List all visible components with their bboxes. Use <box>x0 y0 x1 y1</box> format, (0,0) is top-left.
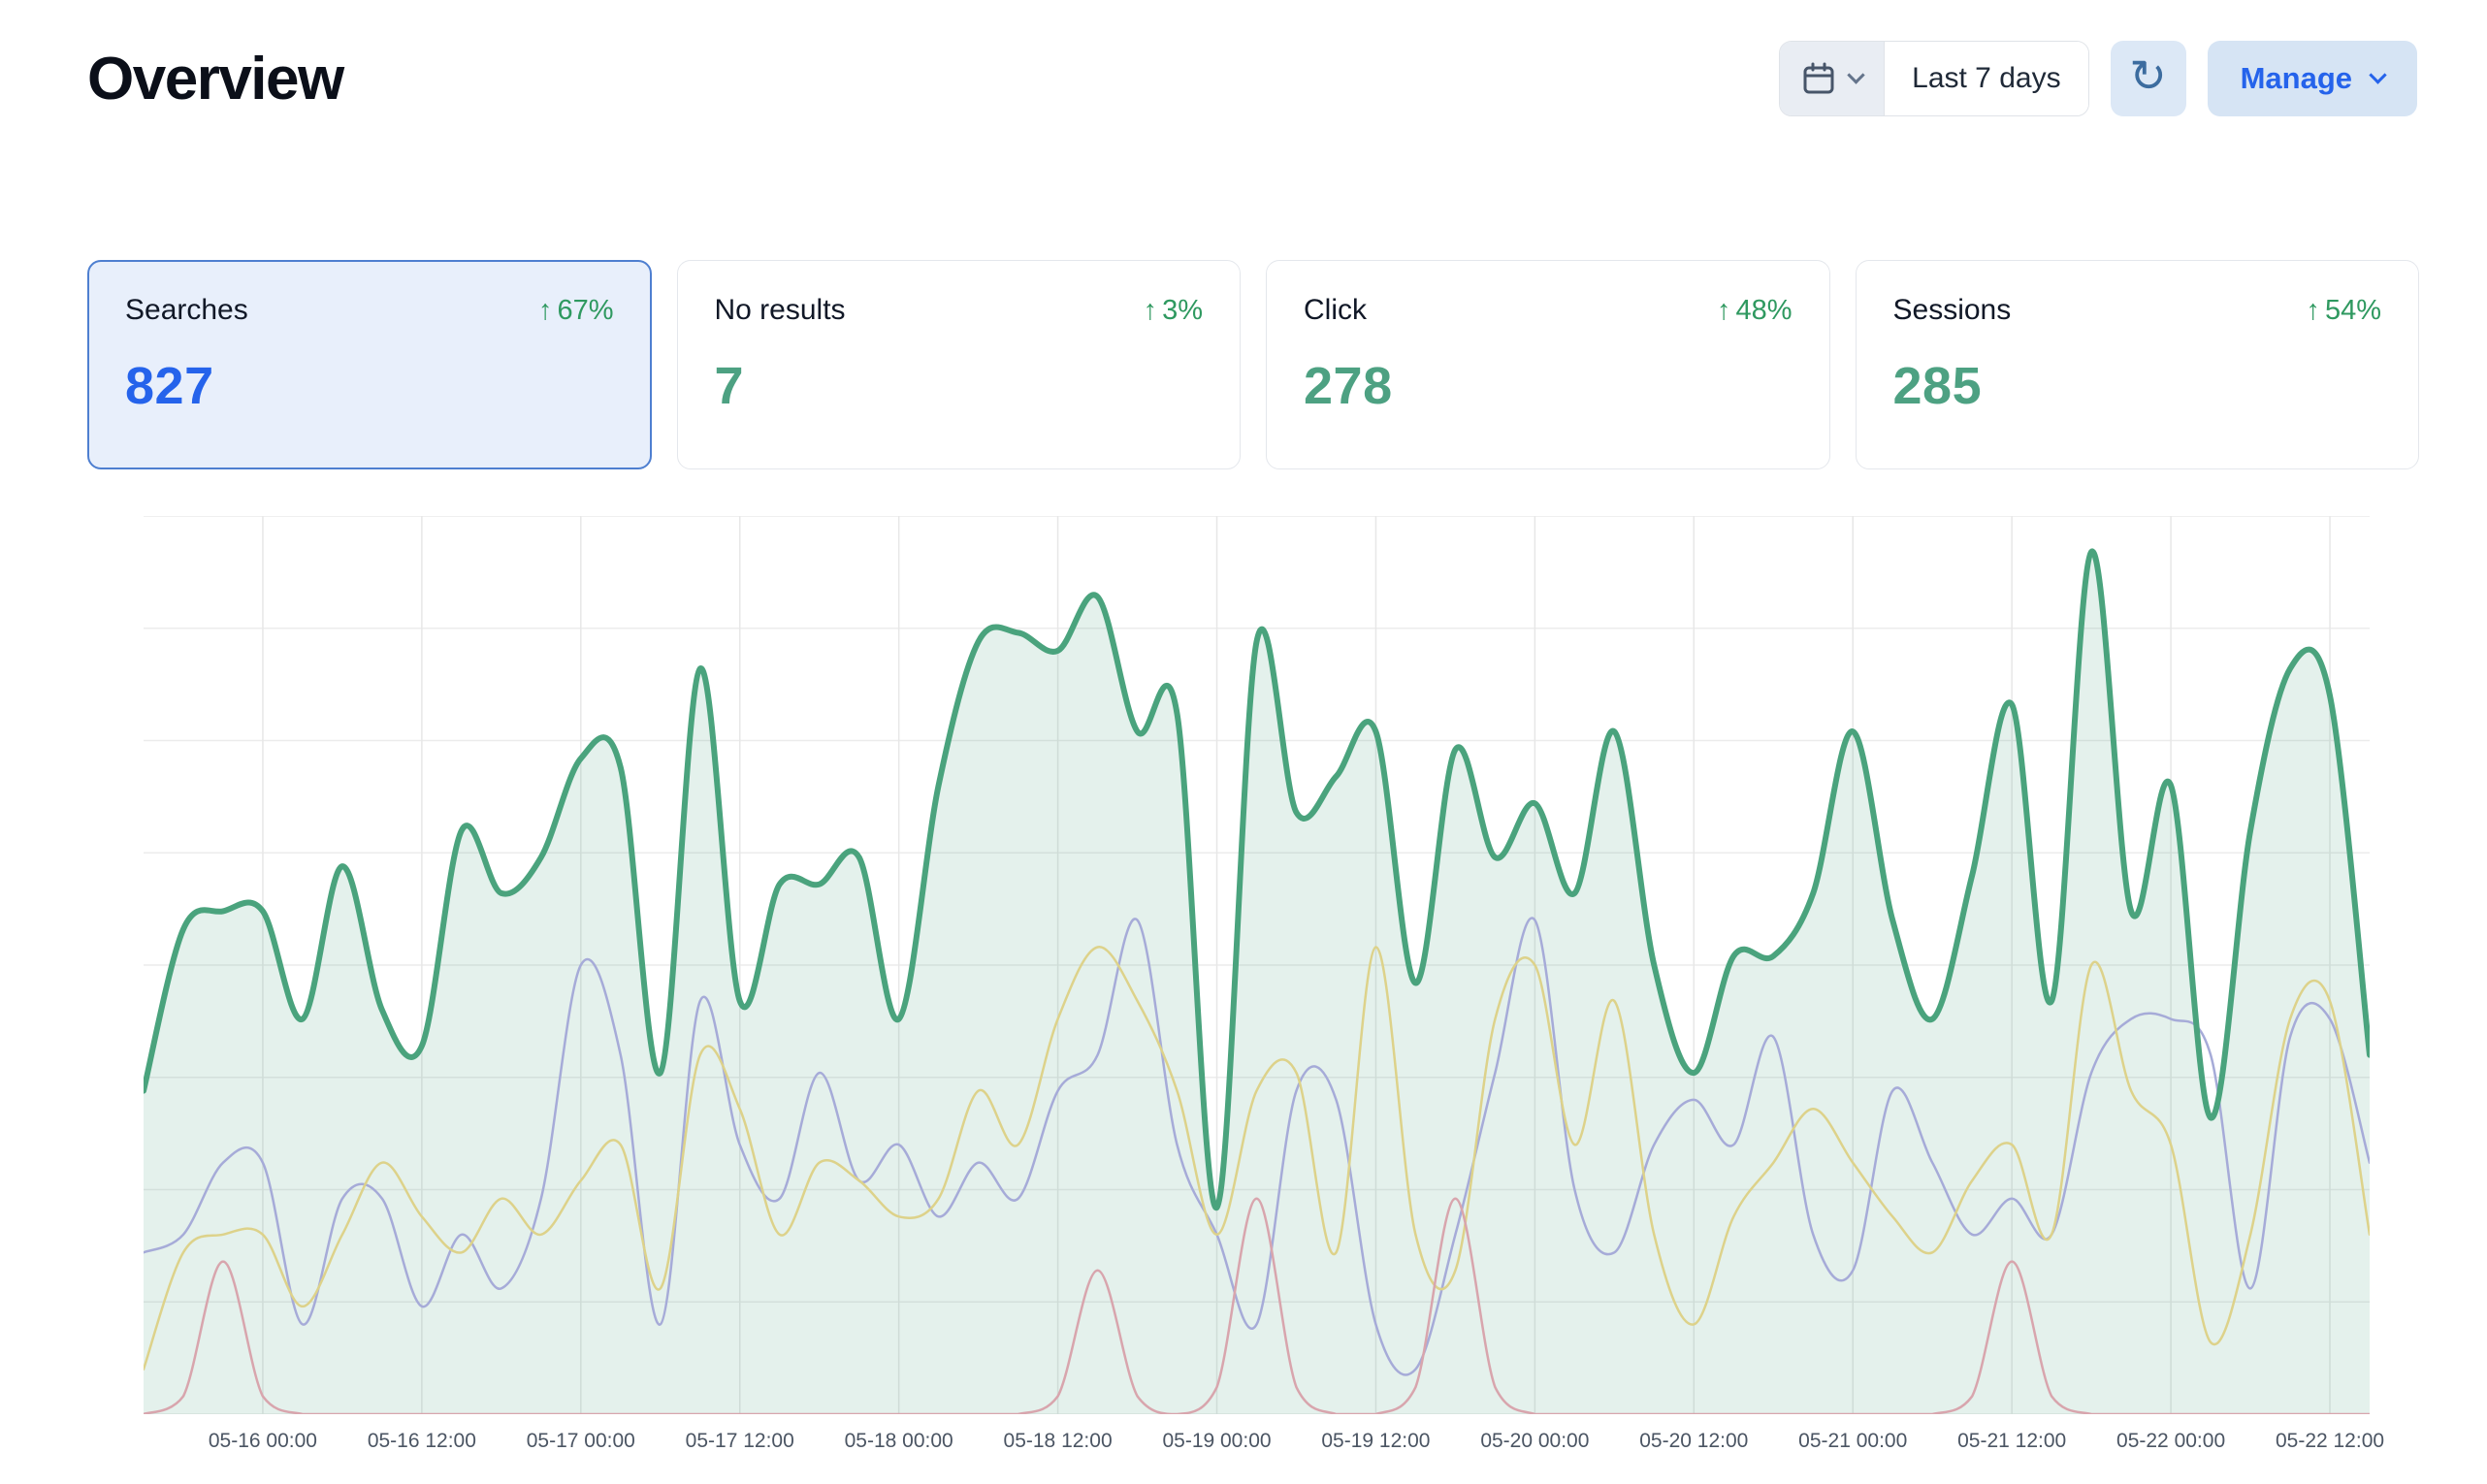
x-axis-label: 05-22 12:00 <box>2276 1430 2384 1453</box>
stat-card-head: Click ↑ 48% <box>1304 294 1793 327</box>
page-title: Overview <box>87 45 343 113</box>
delta-value: 54% <box>2325 295 2381 327</box>
delta-value: 67% <box>557 295 613 327</box>
stat-card-head: No results ↑ 3% <box>715 294 1204 327</box>
date-range-button[interactable]: Last 7 days <box>1885 42 2087 115</box>
stat-card-no-results[interactable]: No results ↑ 3% 7 <box>677 260 1242 469</box>
x-axis-label: 05-17 12:00 <box>686 1430 794 1453</box>
stat-card-value: 278 <box>1304 356 1793 416</box>
x-axis-label: 05-17 00:00 <box>527 1430 635 1453</box>
x-axis-label: 05-22 00:00 <box>2116 1430 2225 1453</box>
stat-card-delta: ↑ 3% <box>1144 295 1203 327</box>
refresh-button[interactable]: ↻ <box>2111 41 2186 116</box>
date-picker-button[interactable] <box>1780 42 1885 115</box>
x-axis-label: 05-20 12:00 <box>1639 1430 1748 1453</box>
trend-up-icon: ↑ <box>2306 295 2320 327</box>
x-axis-label: 05-21 00:00 <box>1798 1430 1907 1453</box>
x-axis-label: 05-19 12:00 <box>1321 1430 1430 1453</box>
x-axis-label: 05-20 00:00 <box>1480 1430 1589 1453</box>
analytics-chart-svg <box>144 516 2370 1414</box>
refresh-icon: ↻ <box>2129 53 2167 98</box>
stat-card-label: Click <box>1304 294 1367 327</box>
stat-card-head: Searches ↑ 67% <box>125 294 614 327</box>
stat-card-delta: ↑ 67% <box>538 295 614 327</box>
trend-up-icon: ↑ <box>1144 295 1158 327</box>
x-axis-label: 05-18 00:00 <box>845 1430 953 1453</box>
stat-card-label: Sessions <box>1893 294 2012 327</box>
x-axis-label: 05-18 12:00 <box>1004 1430 1113 1453</box>
chevron-down-icon <box>1847 66 1864 83</box>
stat-card-label: Searches <box>125 294 248 327</box>
stat-card-value: 7 <box>715 356 1204 416</box>
x-axis-label: 05-16 12:00 <box>368 1430 476 1453</box>
stat-card-searches[interactable]: Searches ↑ 67% 827 <box>87 260 652 469</box>
trend-up-icon: ↑ <box>538 295 553 327</box>
stat-card-value: 827 <box>125 356 614 416</box>
stat-cards-row: Searches ↑ 67% 827 No results ↑ 3% 7 Cli… <box>87 260 2419 469</box>
x-axis-label: 05-16 00:00 <box>209 1430 317 1453</box>
page-header: Overview Last 7 days ↻ <box>0 0 2487 116</box>
x-axis-labels: 05-16 00:00 05-16 12:00 05-17 00:00 05-17 1… <box>144 1430 2370 1468</box>
stat-card-delta: ↑ 48% <box>1717 295 1793 327</box>
delta-value: 48% <box>1735 295 1792 327</box>
manage-button[interactable]: Manage <box>2208 41 2417 116</box>
date-range-label: Last 7 days <box>1912 62 2060 95</box>
manage-button-label: Manage <box>2241 61 2352 96</box>
x-axis-label: 05-19 00:00 <box>1162 1430 1271 1453</box>
trend-up-icon: ↑ <box>1717 295 1731 327</box>
stat-card-value: 285 <box>1893 356 2382 416</box>
series-searches-area <box>144 552 2370 1414</box>
x-axis-label: 05-21 12:00 <box>1957 1430 2066 1453</box>
stat-card-label: No results <box>715 294 846 327</box>
stat-card-sessions[interactable]: Sessions ↑ 54% 285 <box>1856 260 2420 469</box>
analytics-chart: 05-16 00:00 05-16 12:00 05-17 00:00 05-17 1… <box>144 516 2370 1468</box>
header-controls: Last 7 days ↻ Manage <box>1779 41 2417 116</box>
overview-page: Overview Last 7 days ↻ <box>0 0 2487 1484</box>
delta-value: 3% <box>1162 295 1203 327</box>
stat-card-delta: ↑ 54% <box>2306 295 2381 327</box>
stat-card-head: Sessions ↑ 54% <box>1893 294 2382 327</box>
calendar-icon <box>1801 61 1836 96</box>
chevron-down-icon <box>2369 66 2386 83</box>
stat-card-click[interactable]: Click ↑ 48% 278 <box>1266 260 1830 469</box>
date-range-control: Last 7 days <box>1779 41 2088 116</box>
